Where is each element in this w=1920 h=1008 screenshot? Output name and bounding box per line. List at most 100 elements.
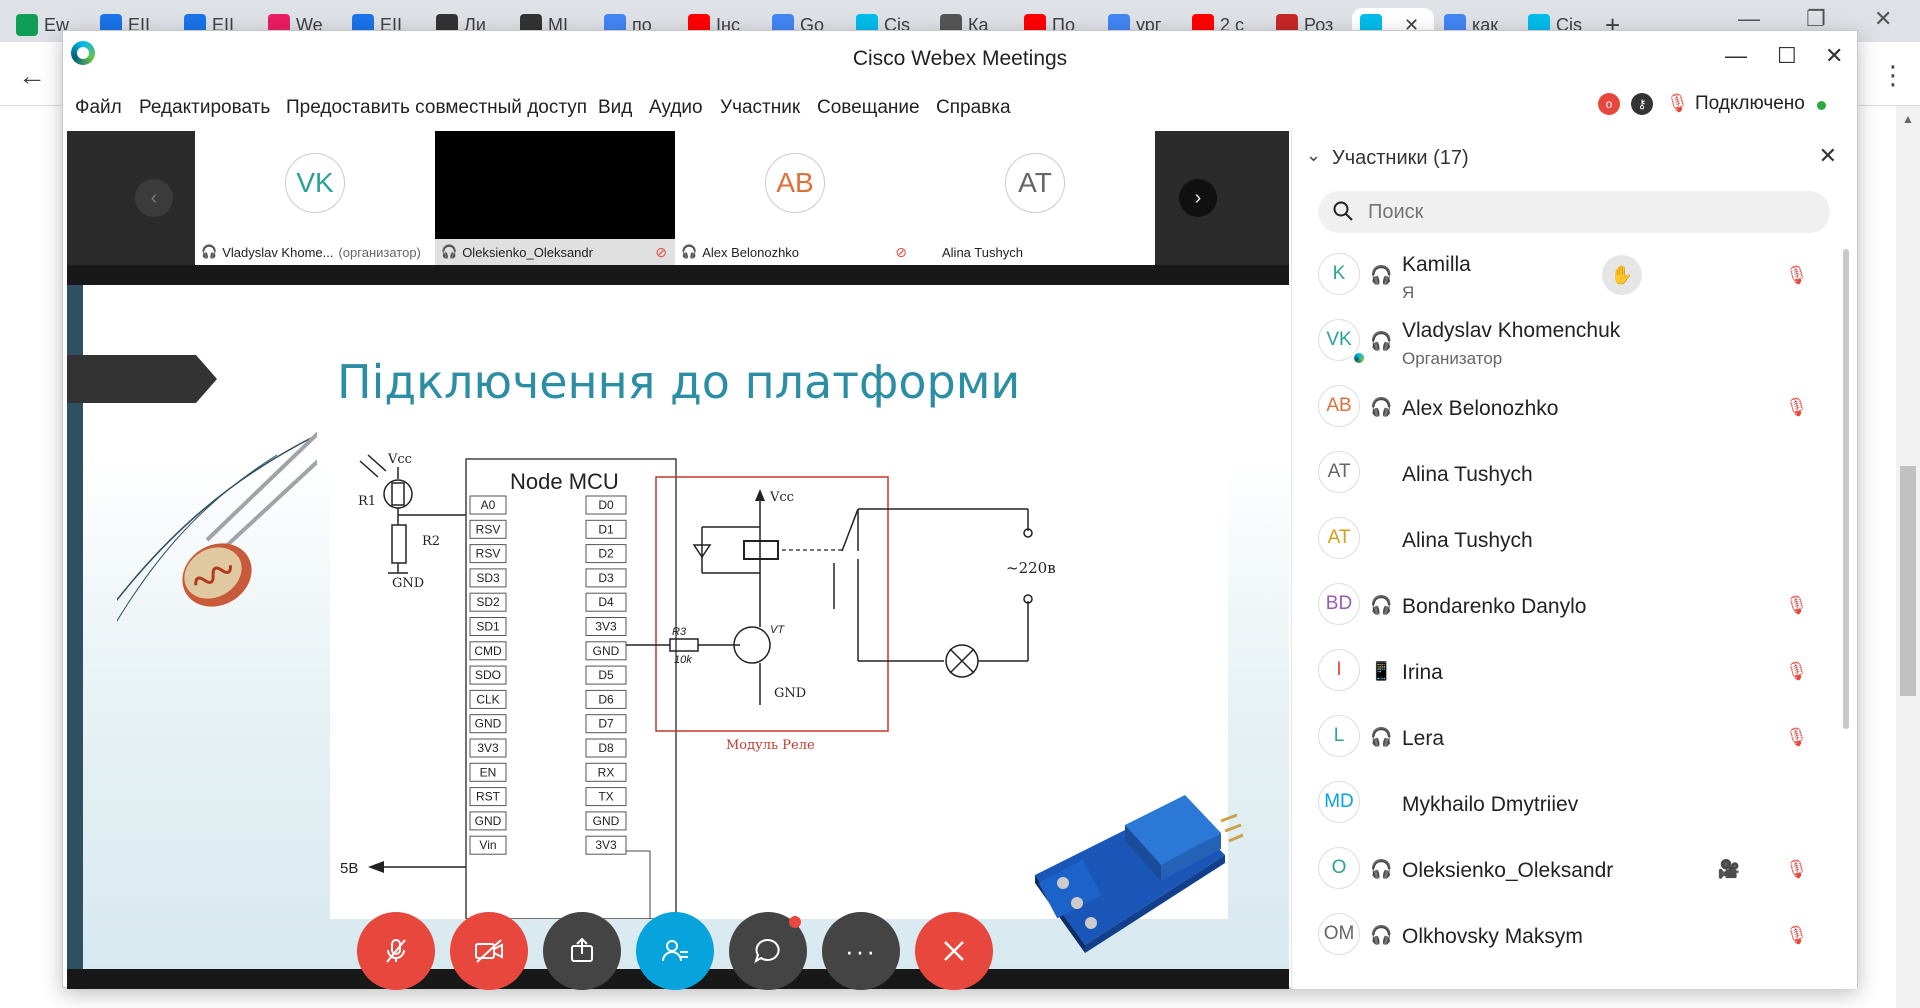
participants-button[interactable] bbox=[636, 912, 714, 990]
mcu-pin-label: SD3 bbox=[476, 571, 500, 585]
video-tile[interactable]: AT Alina Tushych bbox=[915, 131, 1155, 265]
avatar: MD bbox=[1318, 781, 1360, 823]
avatar: AB bbox=[1318, 385, 1360, 427]
mcu-pin-label: GND bbox=[593, 644, 620, 658]
avatar: O bbox=[1318, 847, 1360, 889]
participant-name: Alina Tushych bbox=[1402, 463, 1533, 486]
avatar: K bbox=[1318, 253, 1360, 295]
mute-button[interactable] bbox=[357, 912, 435, 990]
mic-muted-icon: ⊘ bbox=[655, 243, 667, 260]
filmstrip-prev-button[interactable]: ‹ bbox=[135, 179, 173, 217]
avatar: OM bbox=[1318, 913, 1360, 955]
participant-row[interactable]: VK 🎧 Vladyslav Khomenchuk Организатор bbox=[1292, 309, 1844, 375]
webex-titlebar: Cisco Webex Meetings — ☐ ✕ bbox=[63, 31, 1857, 89]
mic-muted-icon[interactable]: 🎙 bbox=[1785, 397, 1808, 418]
tile-name: Alex Belonozhko bbox=[702, 244, 800, 260]
mic-muted-icon: 🎙 bbox=[1666, 93, 1689, 113]
webex-maximize-button[interactable]: ☐ bbox=[1777, 43, 1797, 69]
participant-row[interactable]: BD 🎧 Bondarenko Danylo 🎙 bbox=[1292, 573, 1844, 639]
participant-row[interactable]: I 📱 Irina 🎙 bbox=[1292, 639, 1844, 705]
mcu-title: Node MCU bbox=[510, 469, 619, 494]
back-arrow-icon[interactable]: ← bbox=[18, 60, 46, 92]
search-input[interactable] bbox=[1318, 191, 1830, 233]
chevron-down-icon[interactable]: ⌄ bbox=[1306, 145, 1321, 166]
mic-muted-icon[interactable]: 🎙 bbox=[1785, 925, 1808, 946]
connected-dot-icon bbox=[1817, 101, 1826, 110]
filmstrip-next-button[interactable]: › bbox=[1179, 179, 1217, 217]
leave-button[interactable] bbox=[915, 912, 993, 990]
chat-unread-badge bbox=[789, 916, 801, 928]
participant-row[interactable]: AB 🎧 Alex Belonozhko 🎙 bbox=[1292, 375, 1844, 441]
panel-scrollbar[interactable] bbox=[1843, 249, 1849, 729]
menu-participant[interactable]: Участник bbox=[720, 97, 800, 119]
webex-host-icon bbox=[1352, 351, 1366, 365]
mcu-pin-label: EN bbox=[480, 765, 497, 779]
menu-edit[interactable]: Редактировать bbox=[139, 97, 270, 119]
participant-row[interactable]: OM 🎧 Olkhovsky Maksym 🎙 bbox=[1292, 903, 1844, 969]
panel-title: Участники (17) bbox=[1332, 147, 1469, 169]
mic-muted-icon[interactable]: 🎙 bbox=[1785, 595, 1808, 616]
mic-muted-icon[interactable]: 🎙 bbox=[1785, 727, 1808, 748]
headset-icon: 🎧 bbox=[1370, 595, 1393, 615]
chat-icon bbox=[754, 938, 780, 964]
participant-name: Alina Tushych bbox=[1402, 529, 1533, 552]
avatar: L bbox=[1318, 715, 1360, 757]
browser-restore-button[interactable]: ❐ bbox=[1806, 6, 1826, 32]
menu-share[interactable]: Предоставить совместный доступ bbox=[286, 97, 587, 119]
more-button[interactable]: ··· bbox=[822, 912, 900, 990]
phone-icon: 📱 bbox=[1370, 661, 1393, 681]
menu-help[interactable]: Справка bbox=[936, 97, 1011, 119]
mcu-pin-label: CLK bbox=[476, 692, 499, 706]
webex-minimize-button[interactable]: — bbox=[1725, 43, 1747, 69]
participant-row[interactable]: AT Alina Tushych bbox=[1292, 507, 1844, 573]
slide-ribbon bbox=[67, 355, 217, 403]
key-icon[interactable]: ⚷ bbox=[1631, 93, 1653, 115]
participant-role: Я bbox=[1402, 283, 1415, 302]
r3-value: 10k bbox=[674, 654, 692, 666]
recording-icon[interactable]: o bbox=[1598, 93, 1620, 115]
avatar: AB bbox=[765, 153, 825, 213]
mic-muted-icon[interactable]: 🎙 bbox=[1785, 859, 1808, 880]
page-scrollbar[interactable]: ▲ bbox=[1896, 106, 1920, 1008]
participant-row[interactable]: L 🎧 Lera 🎙 bbox=[1292, 705, 1844, 771]
chat-button[interactable] bbox=[729, 912, 807, 990]
participant-name: Oleksienko_Oleksandr bbox=[1402, 859, 1614, 882]
video-tile[interactable]: 🎧 Oleksienko_Oleksandr ⊘ bbox=[435, 131, 675, 265]
window-title: Cisco Webex Meetings bbox=[852, 47, 1068, 70]
mcu-pin-label: TX bbox=[598, 790, 613, 804]
scroll-up-icon[interactable]: ▲ bbox=[1902, 112, 1914, 126]
mcu-pin-label: RSV bbox=[476, 547, 501, 561]
filmstrip: ‹ VK 🎧 Vladyslav Khome... (организатор) … bbox=[67, 131, 1289, 265]
share-button[interactable] bbox=[543, 912, 621, 990]
menu-view[interactable]: Вид bbox=[598, 97, 632, 119]
video-tile[interactable]: AB 🎧 Alex Belonozhko ⊘ bbox=[675, 131, 915, 265]
webex-close-button[interactable]: ✕ bbox=[1825, 43, 1843, 69]
menubar: Файл Редактировать Предоставить совместн… bbox=[63, 89, 1857, 131]
mic-muted-icon[interactable]: 🎙 bbox=[1785, 661, 1808, 682]
participant-row[interactable]: MD Mykhailo Dmytriiev bbox=[1292, 771, 1844, 837]
mic-muted-icon[interactable]: 🎙 bbox=[1785, 265, 1808, 286]
participant-name: Lera bbox=[1402, 727, 1445, 750]
tile-caption: 🎧 Oleksienko_Oleksandr ⊘ bbox=[435, 239, 675, 265]
menu-audio[interactable]: Аудио bbox=[649, 97, 703, 119]
mains-label: ~220в bbox=[1006, 559, 1056, 577]
avatar: VK bbox=[285, 153, 345, 213]
participant-list: K 🎧 Kamilla Я ✋ 🎙 VK 🎧 Vladyslav Khomenchuk Орган… bbox=[1292, 243, 1844, 969]
webex-window: Cisco Webex Meetings — ☐ ✕ Файл Редактир… bbox=[62, 30, 1858, 990]
browser-menu-icon[interactable]: ⋮ bbox=[1880, 60, 1906, 91]
panel-close-button[interactable]: ✕ bbox=[1819, 143, 1837, 169]
video-button[interactable] bbox=[450, 912, 528, 990]
video-tile[interactable]: VK 🎧 Vladyslav Khome... (организатор) bbox=[195, 131, 435, 265]
participant-row[interactable]: K 🎧 Kamilla Я ✋ 🎙 bbox=[1292, 243, 1844, 309]
menu-file[interactable]: Файл bbox=[75, 97, 122, 119]
scrollbar-thumb[interactable] bbox=[1900, 466, 1916, 696]
participant-row[interactable]: O 🎧 Oleksienko_Oleksandr 🎥 🎙 bbox=[1292, 837, 1844, 903]
menu-meeting[interactable]: Совещание bbox=[817, 97, 920, 119]
relay-vcc-label: Vcc bbox=[769, 490, 794, 505]
raise-hand-icon[interactable]: ✋ bbox=[1602, 255, 1642, 295]
vcc-label: Vcc bbox=[387, 452, 412, 467]
browser-minimize-button[interactable]: — bbox=[1738, 6, 1760, 32]
participant-row[interactable]: AT Alina Tushych bbox=[1292, 441, 1844, 507]
tile-caption: 🎧 Vladyslav Khome... (организатор) bbox=[195, 239, 435, 265]
browser-close-button[interactable]: ✕ bbox=[1874, 6, 1892, 32]
